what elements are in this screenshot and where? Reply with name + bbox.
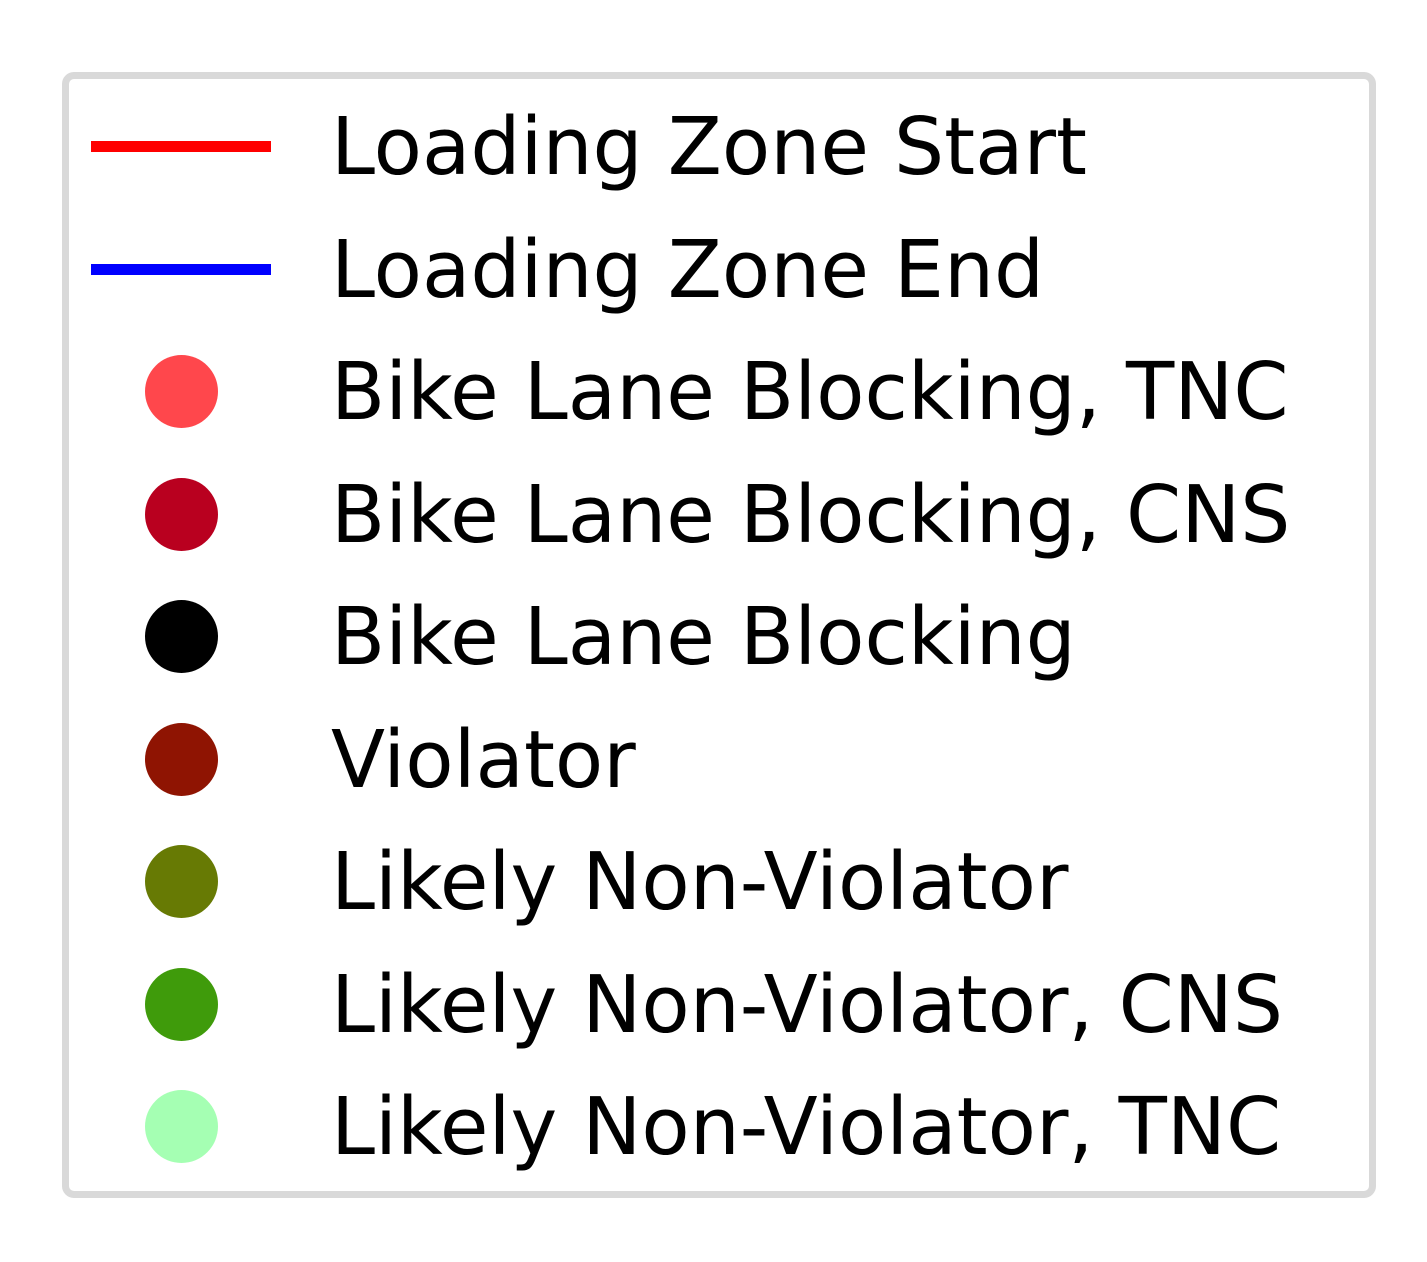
legend-label: Likely Non-Violator xyxy=(331,836,1069,928)
legend-label: Likely Non-Violator, TNC xyxy=(331,1081,1282,1173)
legend-dot-marker xyxy=(145,1090,218,1163)
legend-entry: Likely Non-Violator, TNC xyxy=(69,1077,1369,1177)
legend-entry: Violator xyxy=(69,710,1369,810)
legend-dot-marker xyxy=(145,477,218,551)
legend-entry: Bike Lane Blocking, CNS xyxy=(69,465,1369,565)
legend-entry: Likely Non-Violator, CNS xyxy=(69,955,1369,1055)
legend-line-marker xyxy=(91,141,271,152)
legend-label: Loading Zone End xyxy=(331,223,1045,316)
legend-label: Bike Lane Blocking, CNS xyxy=(331,468,1291,561)
legend-dot-marker xyxy=(145,722,218,796)
legend-entry: Likely Non-Violator xyxy=(69,832,1369,932)
legend-dot-marker xyxy=(145,967,218,1041)
legend-line-marker xyxy=(91,263,271,275)
legend-label: Violator xyxy=(331,713,636,806)
legend-label: Likely Non-Violator, CNS xyxy=(331,958,1284,1051)
legend-label: Bike Lane Blocking xyxy=(331,591,1076,683)
legend-label: Bike Lane Blocking, TNC xyxy=(331,346,1289,438)
legend-dot-marker xyxy=(145,845,218,918)
legend-entry: Bike Lane Blocking, TNC xyxy=(69,342,1369,442)
legend-entry: Loading Zone Start xyxy=(69,97,1369,197)
legend-label: Loading Zone Start xyxy=(331,101,1088,193)
legend-entry: Bike Lane Blocking xyxy=(69,587,1369,687)
legend-dot-marker xyxy=(145,600,218,673)
legend-entry: Loading Zone End xyxy=(69,220,1369,320)
legend-dot-marker xyxy=(145,355,218,428)
legend-box: Loading Zone Start Loading Zone End Bike L… xyxy=(62,72,1376,1198)
